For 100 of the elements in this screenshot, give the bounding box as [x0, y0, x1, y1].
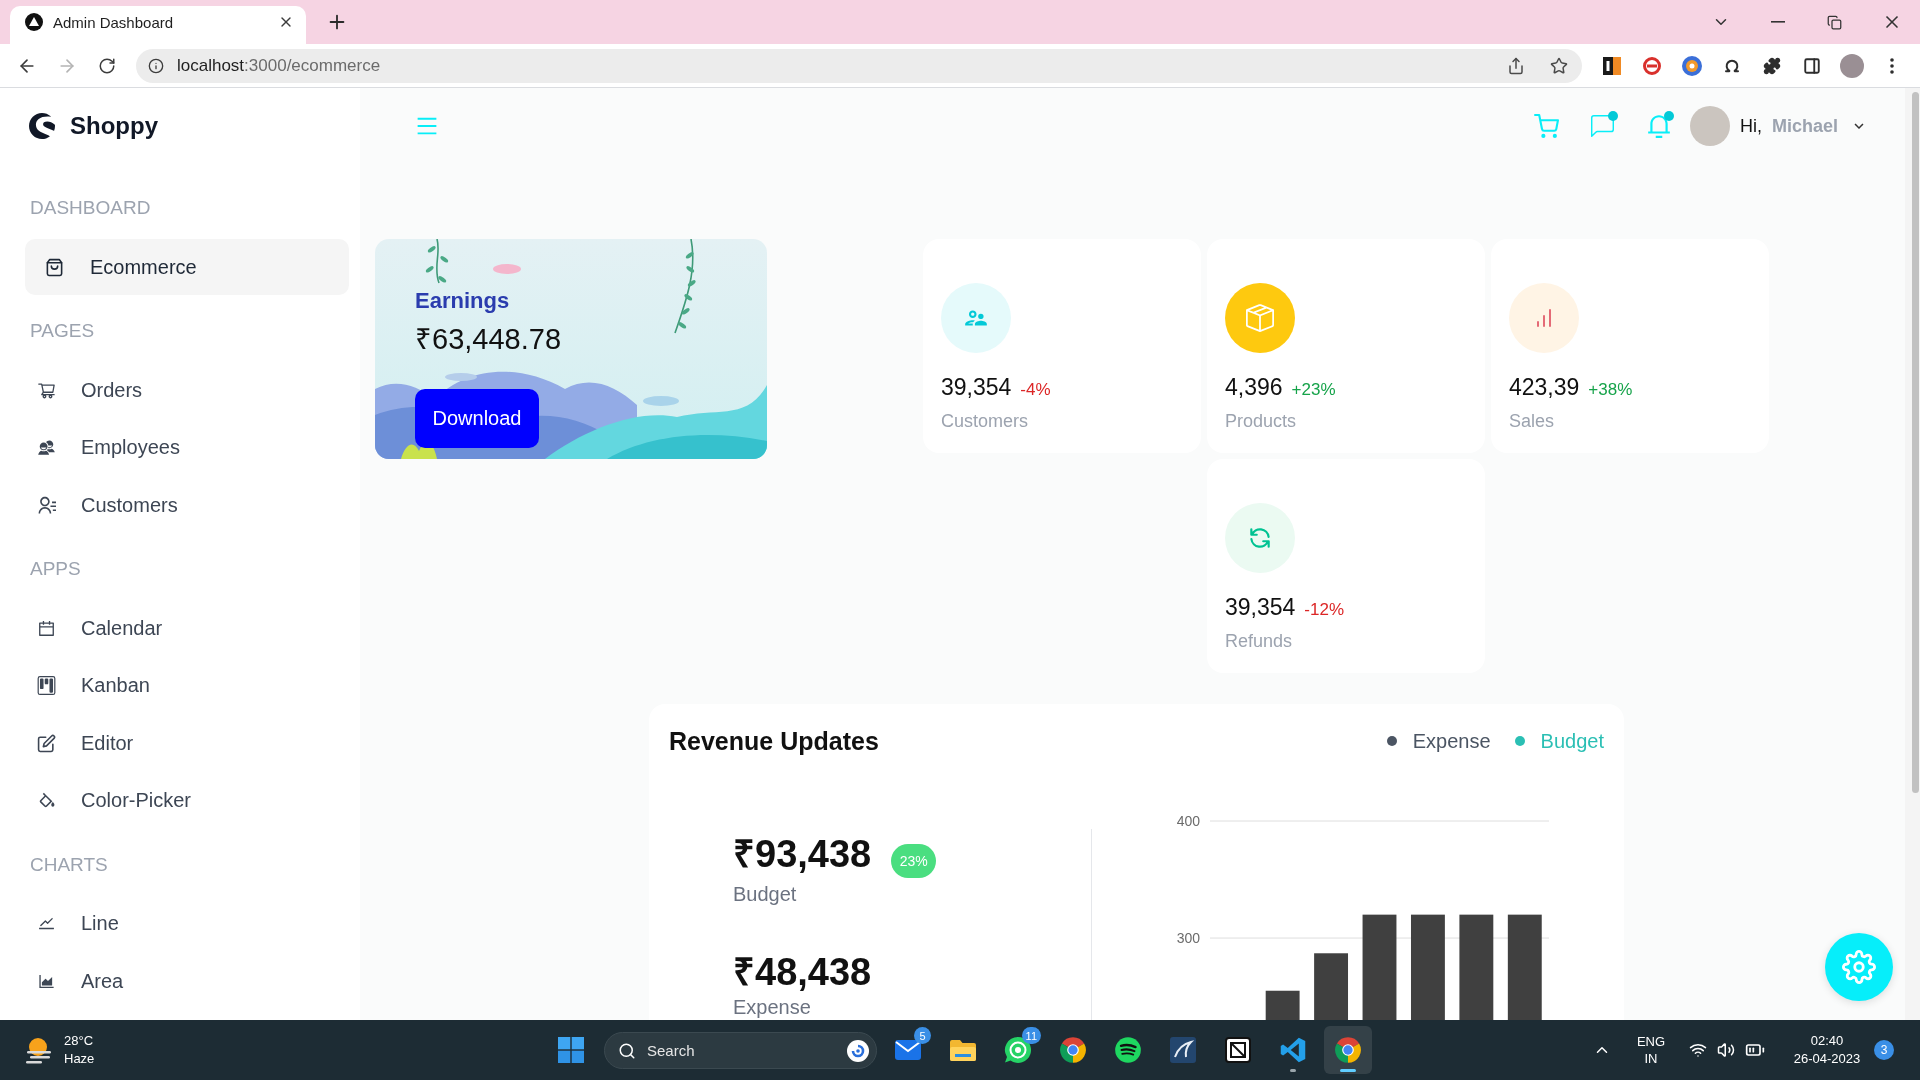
expense-amount: ₹48,438	[733, 950, 873, 995]
sidebar-item[interactable]: Area	[25, 953, 349, 1009]
wifi-icon	[1688, 1041, 1707, 1059]
bag-icon	[45, 257, 64, 277]
section-heading: APPS	[30, 557, 82, 581]
budget-label: Budget	[733, 882, 798, 906]
star-icon	[1550, 56, 1568, 75]
omega-icon	[1724, 57, 1740, 74]
sidebar-item[interactable]: Customers	[25, 477, 349, 533]
legend-label: Budget	[1540, 729, 1604, 753]
stat-change: +23%	[1291, 380, 1336, 400]
cart-icon	[1534, 113, 1560, 139]
sidebar-item[interactable]: Color-Picker	[25, 772, 349, 829]
section-heading: CHARTS	[30, 852, 109, 877]
chart-bar	[1314, 953, 1348, 1020]
stat-change: -12%	[1304, 600, 1345, 620]
bell-icon	[1645, 113, 1672, 139]
puzzle-icon	[1763, 56, 1781, 75]
sun-haze-icon	[24, 1035, 54, 1065]
user-menu[interactable]: Hi, Michael	[1689, 106, 1868, 146]
split-tile-icon	[1603, 56, 1621, 75]
clock-button[interactable]: 02:40 26-04-2023	[1787, 1028, 1867, 1072]
stat-value: 423,39	[1509, 373, 1580, 402]
axis-label: 400	[1176, 813, 1200, 829]
sidebar-item[interactable]: Calendar	[25, 600, 349, 656]
share-icon	[1507, 56, 1525, 75]
section-heading: PAGES	[30, 319, 96, 343]
settings-icon	[1842, 950, 1876, 984]
stat-label: Refunds	[1225, 630, 1294, 653]
browser-tab[interactable]: Admin Dashboard	[10, 6, 306, 44]
contact-list-icon	[37, 495, 56, 515]
search-field[interactable]: Search	[604, 1031, 877, 1069]
sidebar-item[interactable]: Kanban	[25, 657, 349, 714]
earnings-title: Earnings	[415, 287, 510, 315]
stat-label: Customers	[941, 410, 1030, 433]
volume-icon	[1716, 1041, 1735, 1059]
cart-icon	[37, 380, 56, 400]
square-app-icon	[1169, 1036, 1197, 1064]
vine-drawing	[425, 239, 449, 284]
section-heading: DASHBOARD	[30, 196, 152, 220]
axis-label: 300	[1176, 930, 1200, 947]
four-squares-icon	[558, 1037, 584, 1063]
percent-badge: 23%	[891, 844, 937, 878]
weather-condition: Haze	[64, 1050, 95, 1068]
edit-icon	[37, 733, 56, 753]
download-button[interactable]: Download	[415, 389, 539, 448]
cloud-icon	[493, 264, 521, 274]
tile-icon	[1224, 1036, 1252, 1064]
scrollbar[interactable]	[1905, 88, 1920, 1020]
paint-bucket-icon	[37, 791, 56, 810]
sidebar-item[interactable]: Orders	[25, 362, 349, 418]
card-title: Revenue Updates	[669, 726, 879, 756]
count-badge: 11	[1021, 1027, 1041, 1044]
people-icon	[37, 438, 56, 457]
ribbon-icon	[1279, 1036, 1307, 1064]
sidebar-item[interactable]: Editor	[25, 715, 349, 771]
logo-icon	[29, 113, 55, 139]
stat-label: Sales	[1509, 410, 1556, 433]
earnings-amount: ₹63,448.78	[415, 322, 561, 357]
circle-logo-icon	[1059, 1036, 1087, 1064]
stat-value: 4,396	[1225, 373, 1283, 402]
side-panel-icon	[1803, 56, 1821, 75]
expense-label: Expense	[733, 995, 812, 1019]
circle-logo-icon	[1334, 1036, 1362, 1064]
legend-label: Expense	[1412, 729, 1491, 753]
language-button[interactable]: ENG IN	[1629, 1028, 1673, 1072]
ring-icon	[1643, 56, 1661, 75]
cloud-icon	[643, 396, 679, 406]
stat-change: +38%	[1588, 380, 1633, 400]
weather-temperature: 28°C	[64, 1032, 95, 1050]
more-icon	[1890, 57, 1894, 74]
reload-icon	[98, 56, 116, 75]
sidebar-item[interactable]: Employees	[25, 419, 349, 476]
stat-label: Products	[1225, 410, 1298, 433]
sidebar-item[interactable]: Ecommerce	[25, 239, 349, 295]
search-icon	[618, 1041, 636, 1060]
stat-change: -4%	[1020, 380, 1051, 400]
profile-avatar	[1840, 53, 1864, 78]
target-icon	[1682, 55, 1702, 76]
sound-waves-icon	[1114, 1036, 1142, 1064]
browser-app-button[interactable]	[1324, 1026, 1372, 1074]
address-bar[interactable]: localhost:3000/ecommerce	[136, 48, 1582, 83]
budget-amount: ₹93,438	[733, 832, 872, 877]
round-logo-icon	[847, 1039, 869, 1062]
board-icon	[37, 676, 56, 695]
sidebar-item[interactable]: Line	[25, 895, 349, 952]
brand-name: Shoppy	[70, 112, 158, 140]
triangle-logo-icon	[25, 13, 43, 31]
stat-value: 39,354	[941, 373, 1012, 402]
minimize-icon	[1770, 21, 1785, 23]
count-badge: 5	[914, 1027, 931, 1044]
calendar-icon	[37, 618, 56, 638]
url-text: localhost:3000/ecommerce	[177, 55, 381, 76]
chart-bar	[1265, 990, 1300, 1020]
scrollbar-thumb[interactable]	[1912, 92, 1919, 793]
cloud-icon	[445, 373, 477, 381]
info-icon	[148, 57, 164, 74]
restore-icon	[1827, 14, 1842, 30]
avatar	[1689, 106, 1730, 146]
stat-value: 39,354	[1225, 593, 1296, 622]
